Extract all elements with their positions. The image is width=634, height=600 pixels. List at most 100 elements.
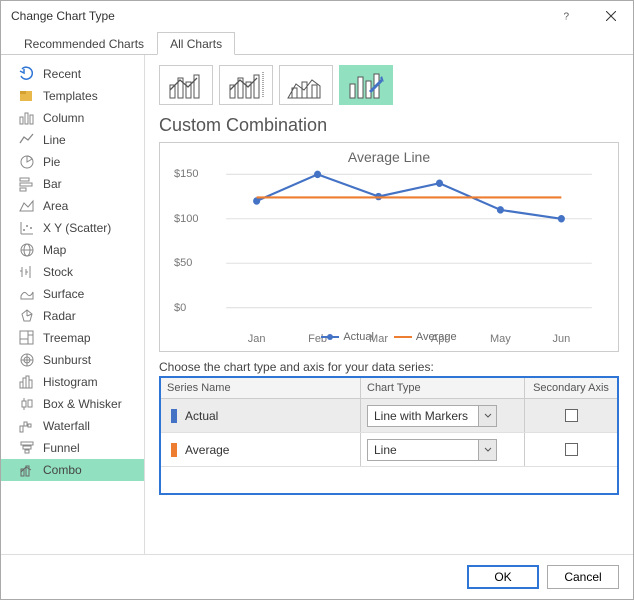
chart-svg bbox=[216, 169, 602, 329]
sidebar-item-label: Stock bbox=[43, 265, 73, 279]
column-icon bbox=[19, 110, 35, 126]
chevron-down-icon bbox=[478, 440, 496, 460]
histogram-icon bbox=[19, 374, 35, 390]
radar-icon bbox=[19, 308, 35, 324]
legend-actual: Actual bbox=[321, 331, 374, 343]
sidebar-item-boxwhisker[interactable]: Box & Whisker bbox=[1, 393, 144, 415]
chart-type-select-average[interactable]: Line bbox=[367, 439, 497, 461]
waterfall-icon bbox=[19, 418, 35, 434]
combo-icon bbox=[19, 462, 35, 478]
sidebar-item-label: Bar bbox=[43, 177, 62, 191]
sidebar-item-recent[interactable]: Recent bbox=[1, 63, 144, 85]
sidebar-item-label: X Y (Scatter) bbox=[43, 221, 111, 235]
change-chart-type-dialog: Change Chart Type ? Recommended Charts A… bbox=[0, 0, 634, 600]
window-title: Change Chart Type bbox=[11, 9, 543, 23]
sidebar-item-bar[interactable]: Bar bbox=[1, 173, 144, 195]
area-icon bbox=[19, 198, 35, 214]
chevron-down-icon bbox=[478, 406, 496, 426]
line-icon bbox=[19, 132, 35, 148]
map-icon bbox=[19, 242, 35, 258]
main-panel: Custom Combination Average Line $0$50$10… bbox=[145, 55, 633, 554]
dialog-footer: OK Cancel bbox=[1, 554, 633, 599]
sidebar-item-column[interactable]: Column bbox=[1, 107, 144, 129]
surface-icon bbox=[19, 286, 35, 302]
ok-button[interactable]: OK bbox=[467, 565, 539, 589]
sidebar-item-area[interactable]: Area bbox=[1, 195, 144, 217]
sidebar-item-label: Surface bbox=[43, 287, 84, 301]
tab-all-charts[interactable]: All Charts bbox=[157, 32, 235, 55]
sidebar-item-pie[interactable]: Pie bbox=[1, 151, 144, 173]
combo-subtype-row bbox=[159, 65, 619, 105]
header-series-name: Series Name bbox=[161, 378, 361, 398]
combo-subtype-2[interactable] bbox=[219, 65, 273, 105]
header-chart-type: Chart Type bbox=[361, 378, 525, 398]
sidebar-item-map[interactable]: Map bbox=[1, 239, 144, 261]
stock-icon bbox=[19, 264, 35, 280]
series-table-header: Series Name Chart Type Secondary Axis bbox=[161, 378, 617, 399]
sidebar-item-waterfall[interactable]: Waterfall bbox=[1, 415, 144, 437]
secondary-axis-checkbox-average[interactable] bbox=[565, 443, 578, 456]
series-row-actual[interactable]: Actual Line with Markers bbox=[161, 399, 617, 433]
sidebar-item-label: Templates bbox=[43, 89, 98, 103]
pie-icon bbox=[19, 154, 35, 170]
sidebar-item-label: Treemap bbox=[43, 331, 91, 345]
sidebar-item-label: Map bbox=[43, 243, 66, 257]
chart-plot-area: $0$50$100$150JanFebMarAprMayJun bbox=[216, 169, 602, 329]
chart-category-list: Recent Templates Column Line Pie Bar Are… bbox=[1, 55, 145, 554]
sidebar-item-funnel[interactable]: Funnel bbox=[1, 437, 144, 459]
templates-icon bbox=[19, 88, 35, 104]
tab-recommended[interactable]: Recommended Charts bbox=[11, 32, 157, 55]
header-secondary-axis: Secondary Axis bbox=[525, 378, 617, 398]
sidebar-item-label: Box & Whisker bbox=[43, 397, 122, 411]
sidebar-item-treemap[interactable]: Treemap bbox=[1, 327, 144, 349]
secondary-axis-checkbox-actual[interactable] bbox=[565, 409, 578, 422]
cancel-button[interactable]: Cancel bbox=[547, 565, 619, 589]
sidebar-item-label: Waterfall bbox=[43, 419, 90, 433]
tab-strip: Recommended Charts All Charts bbox=[1, 31, 633, 55]
sidebar-item-label: Sunburst bbox=[43, 353, 91, 367]
sidebar-item-combo[interactable]: Combo bbox=[1, 459, 144, 481]
sidebar-item-label: Radar bbox=[43, 309, 76, 323]
series-blank-area bbox=[161, 467, 617, 493]
recent-icon bbox=[19, 66, 35, 82]
help-button[interactable]: ? bbox=[543, 1, 588, 31]
chart-preview: Average Line $0$50$100$150JanFebMarAprMa… bbox=[159, 142, 619, 352]
sidebar-item-label: Histogram bbox=[43, 375, 98, 389]
svg-text:?: ? bbox=[563, 11, 569, 21]
scatter-icon bbox=[19, 220, 35, 236]
sidebar-item-label: Area bbox=[43, 199, 68, 213]
combo-subtype-custom[interactable] bbox=[339, 65, 393, 105]
series-swatch-icon bbox=[171, 409, 177, 423]
sidebar-item-label: Line bbox=[43, 133, 66, 147]
sidebar-item-sunburst[interactable]: Sunburst bbox=[1, 349, 144, 371]
close-button[interactable] bbox=[588, 1, 633, 31]
series-name: Actual bbox=[185, 409, 218, 423]
combo-subtype-1[interactable] bbox=[159, 65, 213, 105]
sidebar-item-scatter[interactable]: X Y (Scatter) bbox=[1, 217, 144, 239]
series-swatch-icon bbox=[171, 443, 177, 457]
series-row-average[interactable]: Average Line bbox=[161, 433, 617, 467]
sidebar-item-histogram[interactable]: Histogram bbox=[1, 371, 144, 393]
funnel-icon bbox=[19, 440, 35, 456]
sidebar-item-surface[interactable]: Surface bbox=[1, 283, 144, 305]
sidebar-item-label: Recent bbox=[43, 67, 81, 81]
combo-subtype-3[interactable] bbox=[279, 65, 333, 105]
sidebar-item-line[interactable]: Line bbox=[1, 129, 144, 151]
sidebar-item-label: Pie bbox=[43, 155, 60, 169]
sidebar-item-label: Funnel bbox=[43, 441, 80, 455]
chart-title: Average Line bbox=[166, 149, 612, 165]
sidebar-item-radar[interactable]: Radar bbox=[1, 305, 144, 327]
sunburst-icon bbox=[19, 352, 35, 368]
boxwhisker-icon bbox=[19, 396, 35, 412]
sidebar-item-templates[interactable]: Templates bbox=[1, 85, 144, 107]
series-table: Series Name Chart Type Secondary Axis Ac… bbox=[159, 376, 619, 495]
treemap-icon bbox=[19, 330, 35, 346]
sidebar-item-label: Combo bbox=[43, 463, 82, 477]
sidebar-item-stock[interactable]: Stock bbox=[1, 261, 144, 283]
chart-type-select-actual[interactable]: Line with Markers bbox=[367, 405, 497, 427]
chart-legend: Actual Average bbox=[166, 331, 612, 343]
sidebar-item-label: Column bbox=[43, 111, 84, 125]
bar-icon bbox=[19, 176, 35, 192]
titlebar: Change Chart Type ? bbox=[1, 1, 633, 31]
series-name: Average bbox=[185, 443, 229, 457]
